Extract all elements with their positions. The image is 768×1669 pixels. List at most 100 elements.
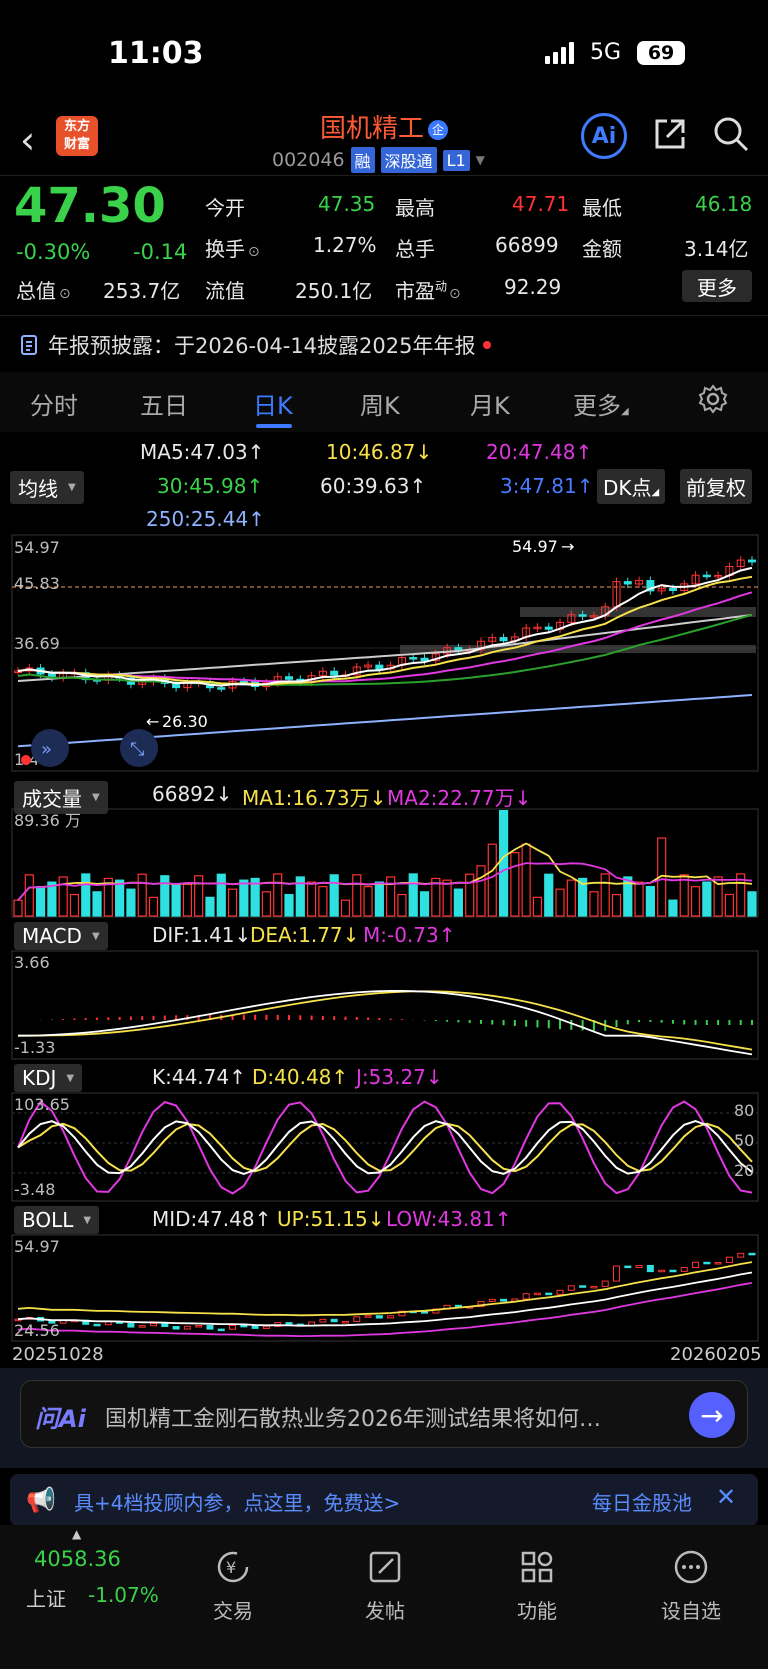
peak-annotation: 54.97	[512, 537, 558, 556]
tab-intraday[interactable]: 分时	[30, 386, 78, 421]
info-icon[interactable]: ⊙	[59, 286, 71, 302]
volume-bar	[352, 874, 362, 917]
ma20-text: 20:47.48	[486, 440, 576, 464]
kdj-d-text: D:40.48	[252, 1065, 332, 1089]
boll-candle	[127, 1322, 135, 1328]
caret-icon: ▼	[92, 792, 100, 803]
boll-candle	[421, 1311, 429, 1314]
ma-selector[interactable]: 均线 ▼	[10, 471, 84, 504]
boll-candle	[522, 1293, 530, 1300]
kdj-j-text: J:53.27	[356, 1065, 426, 1089]
ma60-text: 60:39.63	[320, 474, 410, 498]
tab-more[interactable]: 更多◢	[573, 386, 629, 421]
arrow-right-icon[interactable]: →	[689, 1392, 735, 1438]
macd-ymax: 3.66	[14, 953, 50, 972]
volume-bar	[532, 896, 543, 917]
volume-chart[interactable]: 89.36 万	[0, 808, 768, 918]
more-button[interactable]: 更多	[682, 270, 752, 302]
kdj-d: D:40.48↑	[252, 1065, 349, 1089]
index-value[interactable]: 4058.36	[34, 1547, 121, 1571]
boll-candle	[172, 1326, 180, 1330]
candle-body	[409, 657, 418, 660]
ma250-text: 250:25.44	[146, 507, 249, 531]
kline-ylow: 36.69	[14, 634, 60, 653]
boll-candle	[217, 1328, 225, 1332]
boll-candle	[206, 1325, 214, 1330]
volume-bar	[205, 896, 215, 917]
pe-label-text: 市盈	[395, 279, 435, 303]
boll-selector[interactable]: BOLL ▼	[14, 1206, 100, 1234]
volume-bar	[182, 883, 192, 917]
boll-candle	[240, 1324, 248, 1328]
boll-candle	[262, 1325, 270, 1329]
tab-five-day[interactable]: 五日	[140, 386, 188, 421]
nav-watchlist[interactable]: 设自选	[646, 1549, 736, 1624]
promo-right[interactable]: 每日金股池	[592, 1487, 692, 1516]
stock-subtitle[interactable]: 002046 融 深股通 L1 ▼	[272, 147, 485, 173]
macd-dea-line	[18, 990, 753, 1051]
search-icon[interactable]	[712, 115, 750, 157]
volume-bar	[521, 843, 531, 917]
high-value: 47.71	[512, 192, 570, 216]
chevron-down-icon: ▼	[475, 153, 485, 167]
enterprise-badge: 企	[428, 119, 448, 140]
ma60-legend: 60:39.63↑	[320, 474, 427, 498]
nav-trade-label: 交易	[213, 1599, 253, 1623]
info-icon[interactable]: ⊙	[248, 244, 260, 260]
kdj-k: K:44.74↑	[152, 1065, 246, 1089]
macd-chart[interactable]: 3.66 -1.33	[0, 950, 768, 1060]
nav-functions-label: 功能	[517, 1599, 557, 1623]
nav-trade[interactable]: ¥ 交易	[188, 1549, 278, 1624]
dk-point-button[interactable]: DK点◢	[597, 469, 666, 504]
nav-post-label: 发帖	[365, 1599, 405, 1623]
boll-candle	[387, 1315, 395, 1319]
boll-low-line	[17, 1282, 753, 1338]
macd-dif-line	[17, 990, 753, 1056]
macd-frame	[11, 950, 759, 1060]
close-icon[interactable]: ✕	[716, 1483, 736, 1511]
tab-weekly-k[interactable]: 周K	[360, 386, 400, 421]
annual-report-notice[interactable]: 年报预披露：于2026-04-14披露2025年年报	[20, 330, 492, 360]
boll-selector-label: BOLL	[22, 1208, 74, 1232]
macd-dif-text: DIF:1.41	[152, 923, 235, 947]
volume-bar	[148, 896, 159, 917]
boll-mid-line	[17, 1271, 753, 1327]
tab-monthly-k[interactable]: 月K	[470, 386, 510, 421]
kdj-chart[interactable]: 103.65 -3.48 80 50 20	[0, 1092, 768, 1202]
volume-bar	[69, 893, 80, 917]
more-dots-icon	[674, 1550, 708, 1584]
boll-candle	[375, 1315, 383, 1319]
kline-chart[interactable]: 54.97 45.83 36.69 1.41 54.97 → ← 26.30 »…	[0, 533, 768, 773]
promo-banner[interactable]: 📢 具+4档投顾内参，点这里，免费送> 每日金股池 ✕	[10, 1474, 758, 1526]
nav-functions[interactable]: 功能	[492, 1549, 582, 1624]
tab-more-label: 更多	[573, 392, 621, 420]
battery-icon: 69	[637, 40, 686, 65]
ai-button[interactable]: Ai	[581, 113, 627, 159]
boll-candle	[658, 1269, 666, 1273]
volume-bar	[318, 886, 328, 917]
boll-frame	[11, 1234, 759, 1342]
volume-bar	[374, 881, 384, 917]
boll-candle	[646, 1264, 654, 1273]
kline-ymid: 45.83	[14, 574, 60, 593]
ma5-line	[17, 566, 753, 687]
boll-chart[interactable]: 54.97 24.56	[0, 1234, 768, 1342]
date-start: 20251028	[12, 1344, 104, 1365]
tab-daily-k[interactable]: 日K	[253, 386, 293, 421]
nav-post[interactable]: 发帖	[340, 1549, 430, 1624]
share-icon[interactable]	[651, 115, 689, 157]
volume-bar	[465, 873, 475, 917]
info-icon[interactable]: ⊙	[449, 286, 461, 302]
volume-bar	[453, 888, 463, 917]
kdj-selector[interactable]: KDJ ▼	[14, 1064, 83, 1092]
settings-icon[interactable]	[698, 384, 728, 420]
macd-selector[interactable]: MACD ▼	[14, 922, 108, 950]
volume-value-text: 66892	[152, 782, 216, 806]
adjust-button[interactable]: 前复权	[680, 469, 752, 504]
candle-body	[748, 559, 756, 563]
index-name[interactable]: 上证	[26, 1583, 66, 1612]
volume-bar	[589, 891, 599, 917]
ask-ai-bar[interactable]: 问Ai 国机精工金刚石散热业务2026年测试结果将如何… →	[20, 1380, 748, 1448]
caret-icon: ◢	[651, 487, 660, 498]
volume-bar	[634, 881, 644, 917]
